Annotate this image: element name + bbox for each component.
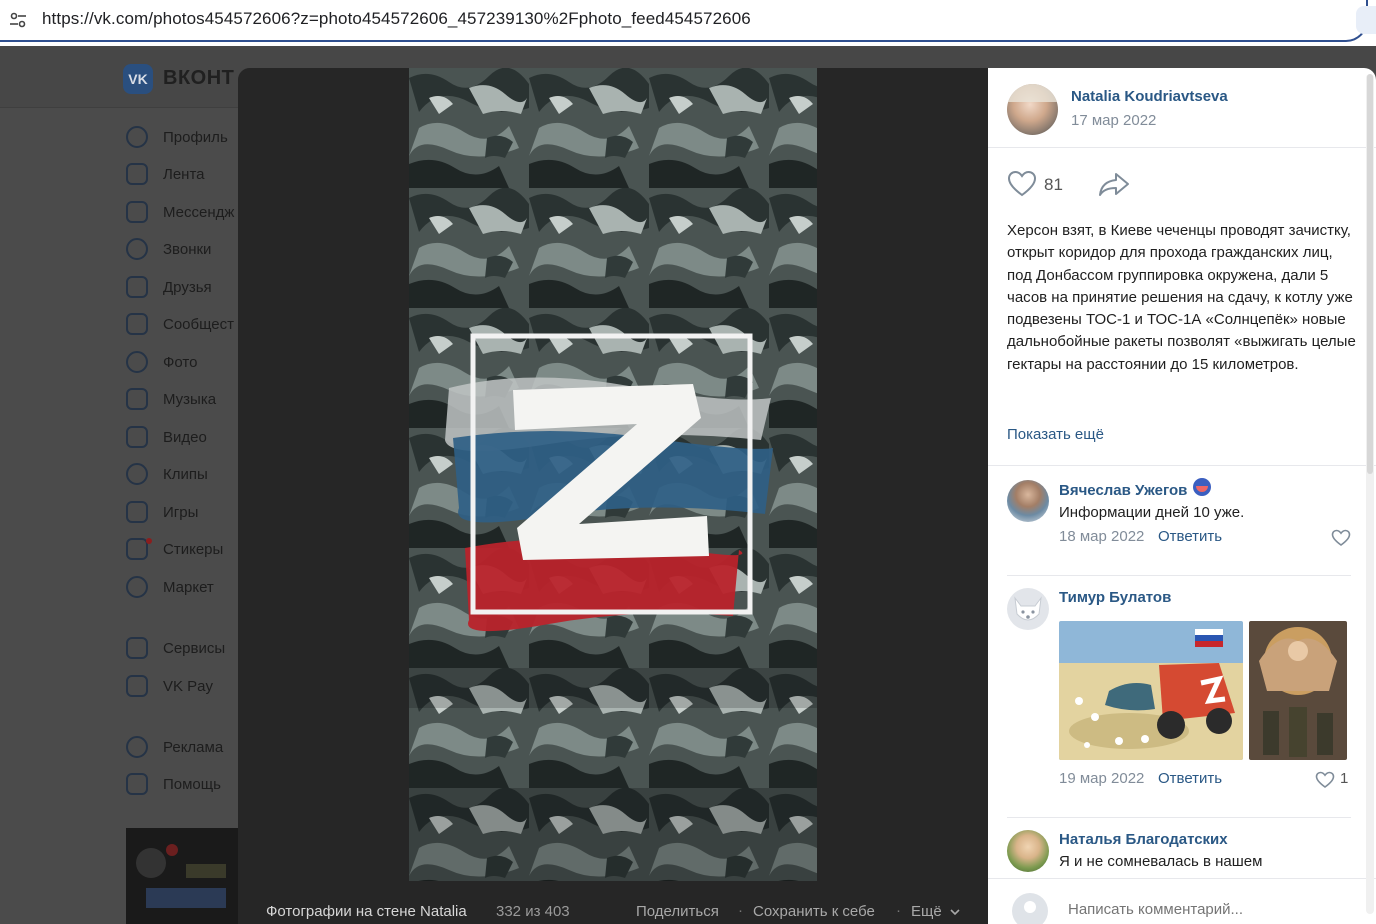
ads-icon — [126, 736, 148, 758]
nav-label: Звонки — [163, 240, 212, 258]
profile-icon — [126, 126, 148, 148]
heart-icon[interactable] — [1007, 170, 1037, 198]
comment-text: Я и не сомневалась в нашем — [1059, 853, 1263, 870]
divider — [1007, 817, 1351, 818]
nav-label: Профиль — [163, 128, 228, 146]
save-button[interactable]: Сохранить к себе — [753, 903, 875, 920]
comment-attachment-image[interactable] — [1249, 621, 1347, 760]
url-field[interactable]: https://vk.com/photos454572606?z=photo45… — [0, 0, 1368, 42]
reply-button[interactable]: Ответить — [1158, 528, 1222, 545]
nav-label: Музыка — [163, 390, 217, 408]
more-label: Ещё — [911, 903, 942, 920]
photo-footer: Фотографии на стене Natalia 332 из 403 П… — [238, 890, 988, 924]
vk-brand-name: ВКОНТ — [163, 67, 235, 89]
games-icon — [126, 501, 148, 523]
reply-button[interactable]: Ответить — [1158, 770, 1222, 787]
comment-composer — [988, 878, 1376, 924]
nav-label: Видео — [163, 428, 207, 446]
divider — [988, 147, 1376, 148]
photo-image[interactable] — [409, 68, 817, 881]
comment-input[interactable] — [1068, 901, 1348, 918]
commenter-name[interactable]: Тимур Булатов — [1059, 589, 1171, 606]
photo-area[interactable]: Фотографии на стене Natalia 332 из 403 П… — [238, 68, 988, 924]
extension-icon[interactable] — [1356, 6, 1376, 34]
video-icon — [126, 426, 148, 448]
music-icon — [126, 388, 148, 410]
post-date[interactable]: 17 мар 2022 — [1071, 112, 1156, 129]
comment-like-icon[interactable] — [1331, 529, 1351, 547]
nav-label: Стикеры — [163, 540, 224, 558]
photo-counter: 332 из 403 — [496, 903, 570, 920]
phone-icon — [126, 238, 148, 260]
comment-text: Информации дней 10 уже. — [1059, 504, 1245, 521]
chevron-down-icon — [950, 909, 960, 916]
comment-attachment-image[interactable] — [1059, 621, 1243, 760]
post-sidebar: Natalia Koudriavtseva 17 мар 2022 81 Хер… — [988, 68, 1376, 924]
nav-label: Маркет — [163, 578, 214, 596]
post-text: Херсон взят, в Киеве чеченцы проводят за… — [1007, 222, 1356, 373]
comment-date[interactable]: 19 мар 2022 — [1059, 770, 1144, 787]
photo-icon — [126, 351, 148, 373]
clips-icon — [126, 463, 148, 485]
url-text[interactable]: https://vk.com/photos454572606?z=photo45… — [42, 9, 751, 29]
share-icon[interactable] — [1098, 170, 1130, 198]
separator-dot: · — [738, 902, 743, 919]
nav-label: Сообщест — [163, 315, 234, 333]
share-button[interactable]: Поделиться — [636, 903, 719, 920]
like-count: 81 — [1044, 175, 1063, 194]
commenter-avatar[interactable] — [1007, 480, 1049, 522]
emoji-icon — [1193, 478, 1211, 496]
commenter-avatar[interactable] — [1007, 830, 1049, 872]
services-icon — [126, 637, 148, 659]
vk-logo-icon[interactable]: VK — [123, 64, 153, 94]
friends-icon — [126, 276, 148, 298]
nav-label: Друзья — [163, 278, 212, 296]
nav-label: Реклама — [163, 738, 224, 756]
nav-label: Игры — [163, 503, 199, 521]
separator-dot: · — [896, 902, 901, 919]
user-avatar — [1012, 893, 1048, 924]
nav-label: Помощь — [163, 775, 221, 793]
commenter-name[interactable]: Наталья Благодатских — [1059, 831, 1228, 848]
nav-label: Фото — [163, 353, 198, 371]
nav-label: Сервисы — [163, 639, 226, 657]
more-button[interactable]: Ещё — [911, 903, 960, 920]
nav-label: Клипы — [163, 465, 208, 483]
scrollbar[interactable] — [1366, 74, 1374, 914]
news-icon — [126, 163, 148, 185]
comment-date[interactable]: 18 мар 2022 — [1059, 528, 1144, 545]
show-more-link[interactable]: Показать ещё — [1007, 426, 1104, 443]
scrollbar-thumb[interactable] — [1367, 74, 1373, 474]
comment-like-count: 1 — [1340, 770, 1349, 787]
photo-viewer: Фотографии на стене Natalia 332 из 403 П… — [238, 68, 1376, 924]
commenter-name[interactable]: Вячеслав Ужегов — [1059, 482, 1187, 499]
dog-avatar-icon — [1014, 596, 1042, 621]
comment-like-icon[interactable] — [1315, 771, 1335, 789]
stickers-icon — [126, 538, 148, 560]
site-settings-icon[interactable] — [8, 10, 28, 30]
vkpay-icon — [126, 675, 148, 697]
communities-icon — [126, 313, 148, 335]
notification-dot — [146, 538, 152, 544]
promo-thumbnail[interactable] — [126, 828, 246, 924]
divider — [988, 465, 1376, 466]
divider — [1007, 575, 1351, 576]
nav-label: Мессендж — [163, 203, 235, 221]
help-icon — [126, 773, 148, 795]
nav-label: Лента — [163, 165, 205, 183]
browser-address-bar: https://vk.com/photos454572606?z=photo45… — [0, 0, 1376, 46]
market-icon — [126, 576, 148, 598]
author-name[interactable]: Natalia Koudriavtseva — [1071, 88, 1228, 105]
author-avatar[interactable] — [1007, 84, 1058, 135]
messenger-icon — [126, 201, 148, 223]
commenter-avatar[interactable] — [1007, 588, 1049, 630]
nav-label: VK Pay — [163, 677, 214, 695]
album-title[interactable]: Фотографии на стене Natalia — [266, 903, 467, 920]
